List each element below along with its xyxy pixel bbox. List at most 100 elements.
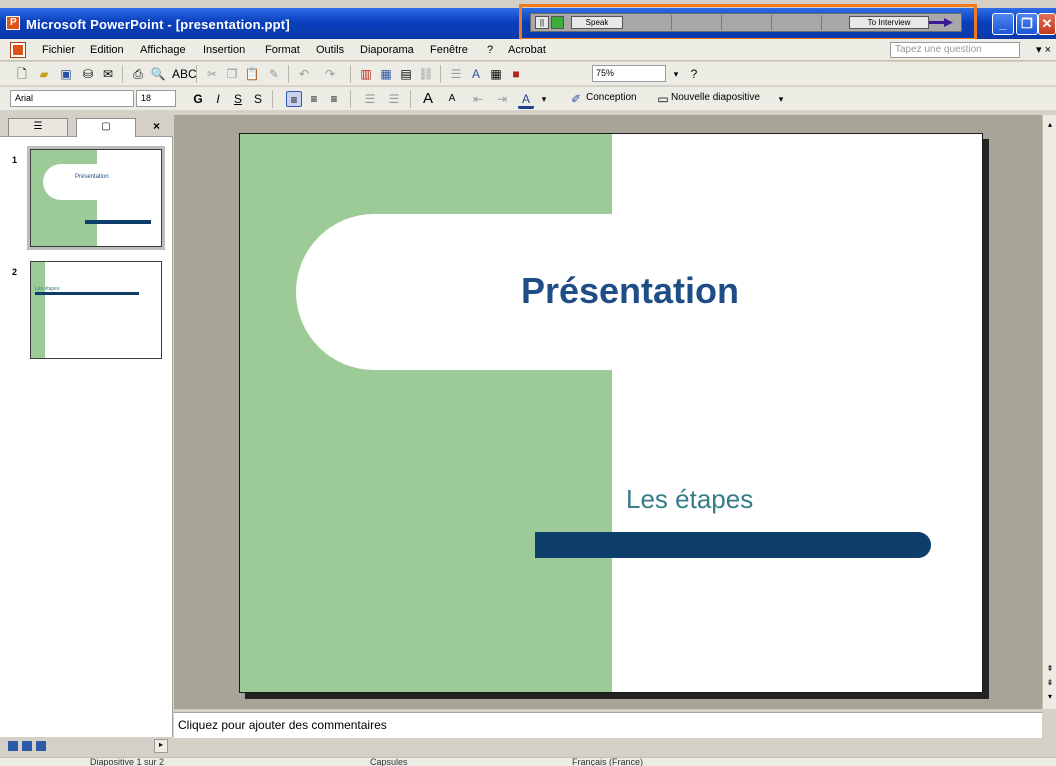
undo-icon[interactable]: ↶ — [296, 66, 312, 82]
slide-thumbnails-panel: ☰ ▢ × 1 Présentation 2 Les étapes — [0, 115, 173, 737]
font-name-dropdown[interactable]: Arial — [10, 90, 134, 107]
scroll-up-icon[interactable]: ▴ — [1044, 119, 1056, 131]
save-icon[interactable]: ▣ — [58, 66, 74, 82]
new-slide-button[interactable]: Nouvelle diapositive — [671, 92, 760, 103]
tab-slides[interactable]: ▢ — [76, 118, 136, 137]
tables-borders-icon[interactable]: ▤ — [398, 66, 414, 82]
notes-pane[interactable]: Cliquez pour ajouter des commentaires — [174, 712, 1042, 738]
print-preview-icon[interactable]: 🔍 — [150, 66, 166, 82]
status-design: Capsules — [370, 757, 408, 766]
panel-close-icon[interactable]: × — [153, 119, 160, 133]
document-close-button[interactable]: ▾ × — [1036, 43, 1051, 56]
grid-icon[interactable]: ▦ — [488, 66, 504, 82]
vertical-scrollbar[interactable]: ▴ ⇞ ⇟ ▾ — [1042, 115, 1056, 709]
slideshow-icon[interactable] — [36, 741, 46, 751]
color-grayscale-icon[interactable]: ■ — [508, 66, 524, 82]
scroll-right-icon[interactable]: ▸ — [154, 739, 168, 753]
slide-thumbnail-2[interactable]: Les étapes — [30, 261, 162, 359]
paste-icon[interactable]: 📋 — [244, 66, 260, 82]
design-button[interactable]: Conception — [586, 92, 637, 103]
standard-toolbar: 🗋 ▰ ▣ ⛁ ✉ ⎙ 🔍 ABC ✂ ❐ 📋 ✎ ↶ ↷ ▥ ▦ ▤ ⛓ ☰ … — [0, 62, 1056, 86]
recorder-to-interview-button[interactable]: To Interview — [849, 16, 929, 29]
expand-all-icon[interactable]: ☰ — [448, 66, 464, 82]
zoom-value: 75% — [596, 68, 615, 78]
chevron-down-icon[interactable]: ▾ — [773, 91, 789, 107]
permission-icon[interactable]: ⛁ — [80, 66, 96, 82]
view-buttons: ▸ — [0, 737, 173, 757]
open-folder-icon[interactable]: ▰ — [36, 66, 52, 82]
underline-button[interactable]: S — [230, 91, 246, 107]
next-slide-icon[interactable]: ⇟ — [1044, 677, 1056, 689]
menu-bar: Fichier Edition Affichage Insertion Form… — [0, 39, 1056, 61]
format-painter-icon[interactable]: ✎ — [266, 66, 282, 82]
document-icon[interactable] — [10, 42, 26, 58]
italic-button[interactable]: I — [210, 91, 226, 107]
slide-accent-bar — [535, 532, 931, 558]
menu-diaporama[interactable]: Diaporama — [360, 44, 414, 56]
toolbar-separator — [410, 90, 411, 108]
bold-button[interactable]: G — [190, 91, 206, 107]
toolbar-separator — [196, 65, 197, 83]
chevron-down-icon[interactable]: ▾ — [536, 91, 552, 107]
recorder-pause-button[interactable]: || — [535, 16, 549, 29]
show-formatting-icon[interactable]: A — [468, 66, 484, 82]
hyperlink-icon[interactable]: ⛓ — [418, 66, 434, 82]
zoom-dropdown[interactable]: 75% — [592, 65, 666, 82]
menu-help[interactable]: ? — [487, 44, 493, 56]
menu-acrobat[interactable]: Acrobat — [508, 44, 546, 56]
menu-format[interactable]: Format — [265, 44, 300, 56]
increase-font-icon[interactable]: A — [420, 91, 436, 107]
close-button[interactable]: ✕ — [1038, 13, 1056, 35]
chevron-down-icon[interactable]: ▾ — [668, 66, 684, 82]
recorder-speak-button[interactable]: Speak — [571, 16, 623, 29]
decrease-indent-icon[interactable]: ⇤ — [470, 91, 486, 107]
status-slide-info: Diapositive 1 sur 2 — [90, 757, 165, 766]
slide-subtitle[interactable]: Les étapes — [626, 484, 753, 515]
menu-insertion[interactable]: Insertion — [203, 44, 245, 56]
scroll-down-icon[interactable]: ▾ — [1044, 691, 1056, 703]
redo-icon[interactable]: ↷ — [322, 66, 338, 82]
font-color-icon[interactable]: A — [518, 91, 534, 109]
font-size-dropdown[interactable]: 18 — [136, 90, 176, 107]
slide-title[interactable]: Présentation — [450, 270, 810, 312]
copy-icon[interactable]: ❐ — [224, 66, 240, 82]
slide-sorter-icon[interactable] — [22, 741, 32, 751]
email-icon[interactable]: ✉ — [100, 66, 116, 82]
menu-fenetre[interactable]: Fenêtre — [430, 44, 468, 56]
slide-thumbnail-1[interactable]: Présentation — [27, 146, 165, 250]
current-slide[interactable]: Présentation Les étapes — [239, 133, 983, 693]
new-slide-icon[interactable]: ▭ — [655, 91, 671, 107]
shadow-button[interactable]: S — [250, 91, 266, 107]
status-bar: Diapositive 1 sur 2 Capsules Français (F… — [0, 757, 1056, 766]
tab-outline[interactable]: ☰ — [8, 118, 68, 136]
powerpoint-app-icon[interactable] — [6, 16, 20, 30]
ask-question-input[interactable]: Tapez une question — [890, 42, 1020, 58]
menu-edition[interactable]: Edition — [90, 44, 124, 56]
normal-view-icon[interactable] — [8, 741, 18, 751]
restore-button[interactable]: ❐ — [1016, 13, 1038, 35]
previous-slide-icon[interactable]: ⇞ — [1044, 663, 1056, 675]
align-center-icon[interactable]: ≡ — [306, 91, 322, 107]
align-left-icon[interactable]: ≡ — [286, 91, 302, 107]
print-icon[interactable]: ⎙ — [130, 66, 146, 82]
menu-fichier[interactable]: Fichier — [42, 44, 75, 56]
font-name-value: Arial — [15, 93, 34, 103]
recorder-segment — [771, 15, 772, 30]
design-icon[interactable]: ✐ — [568, 91, 584, 107]
increase-indent-icon[interactable]: ⇥ — [494, 91, 510, 107]
minimize-button[interactable]: _ — [992, 13, 1014, 35]
decrease-font-icon[interactable]: A — [444, 91, 460, 107]
recorder-record-button[interactable] — [551, 16, 564, 29]
chart-icon[interactable]: ▥ — [358, 66, 374, 82]
bullets-icon[interactable]: ☰ — [386, 91, 402, 107]
menu-outils[interactable]: Outils — [316, 44, 344, 56]
menu-affichage[interactable]: Affichage — [140, 44, 186, 56]
notes-placeholder: Cliquez pour ajouter des commentaires — [178, 718, 387, 732]
cut-icon[interactable]: ✂ — [204, 66, 220, 82]
numbering-icon[interactable]: ☰ — [362, 91, 378, 107]
table-icon[interactable]: ▦ — [378, 66, 394, 82]
new-document-icon[interactable]: 🗋 — [14, 66, 30, 82]
align-right-icon[interactable]: ≡ — [326, 91, 342, 107]
spelling-icon[interactable]: ABC — [172, 66, 197, 82]
help-icon[interactable]: ? — [686, 66, 702, 82]
